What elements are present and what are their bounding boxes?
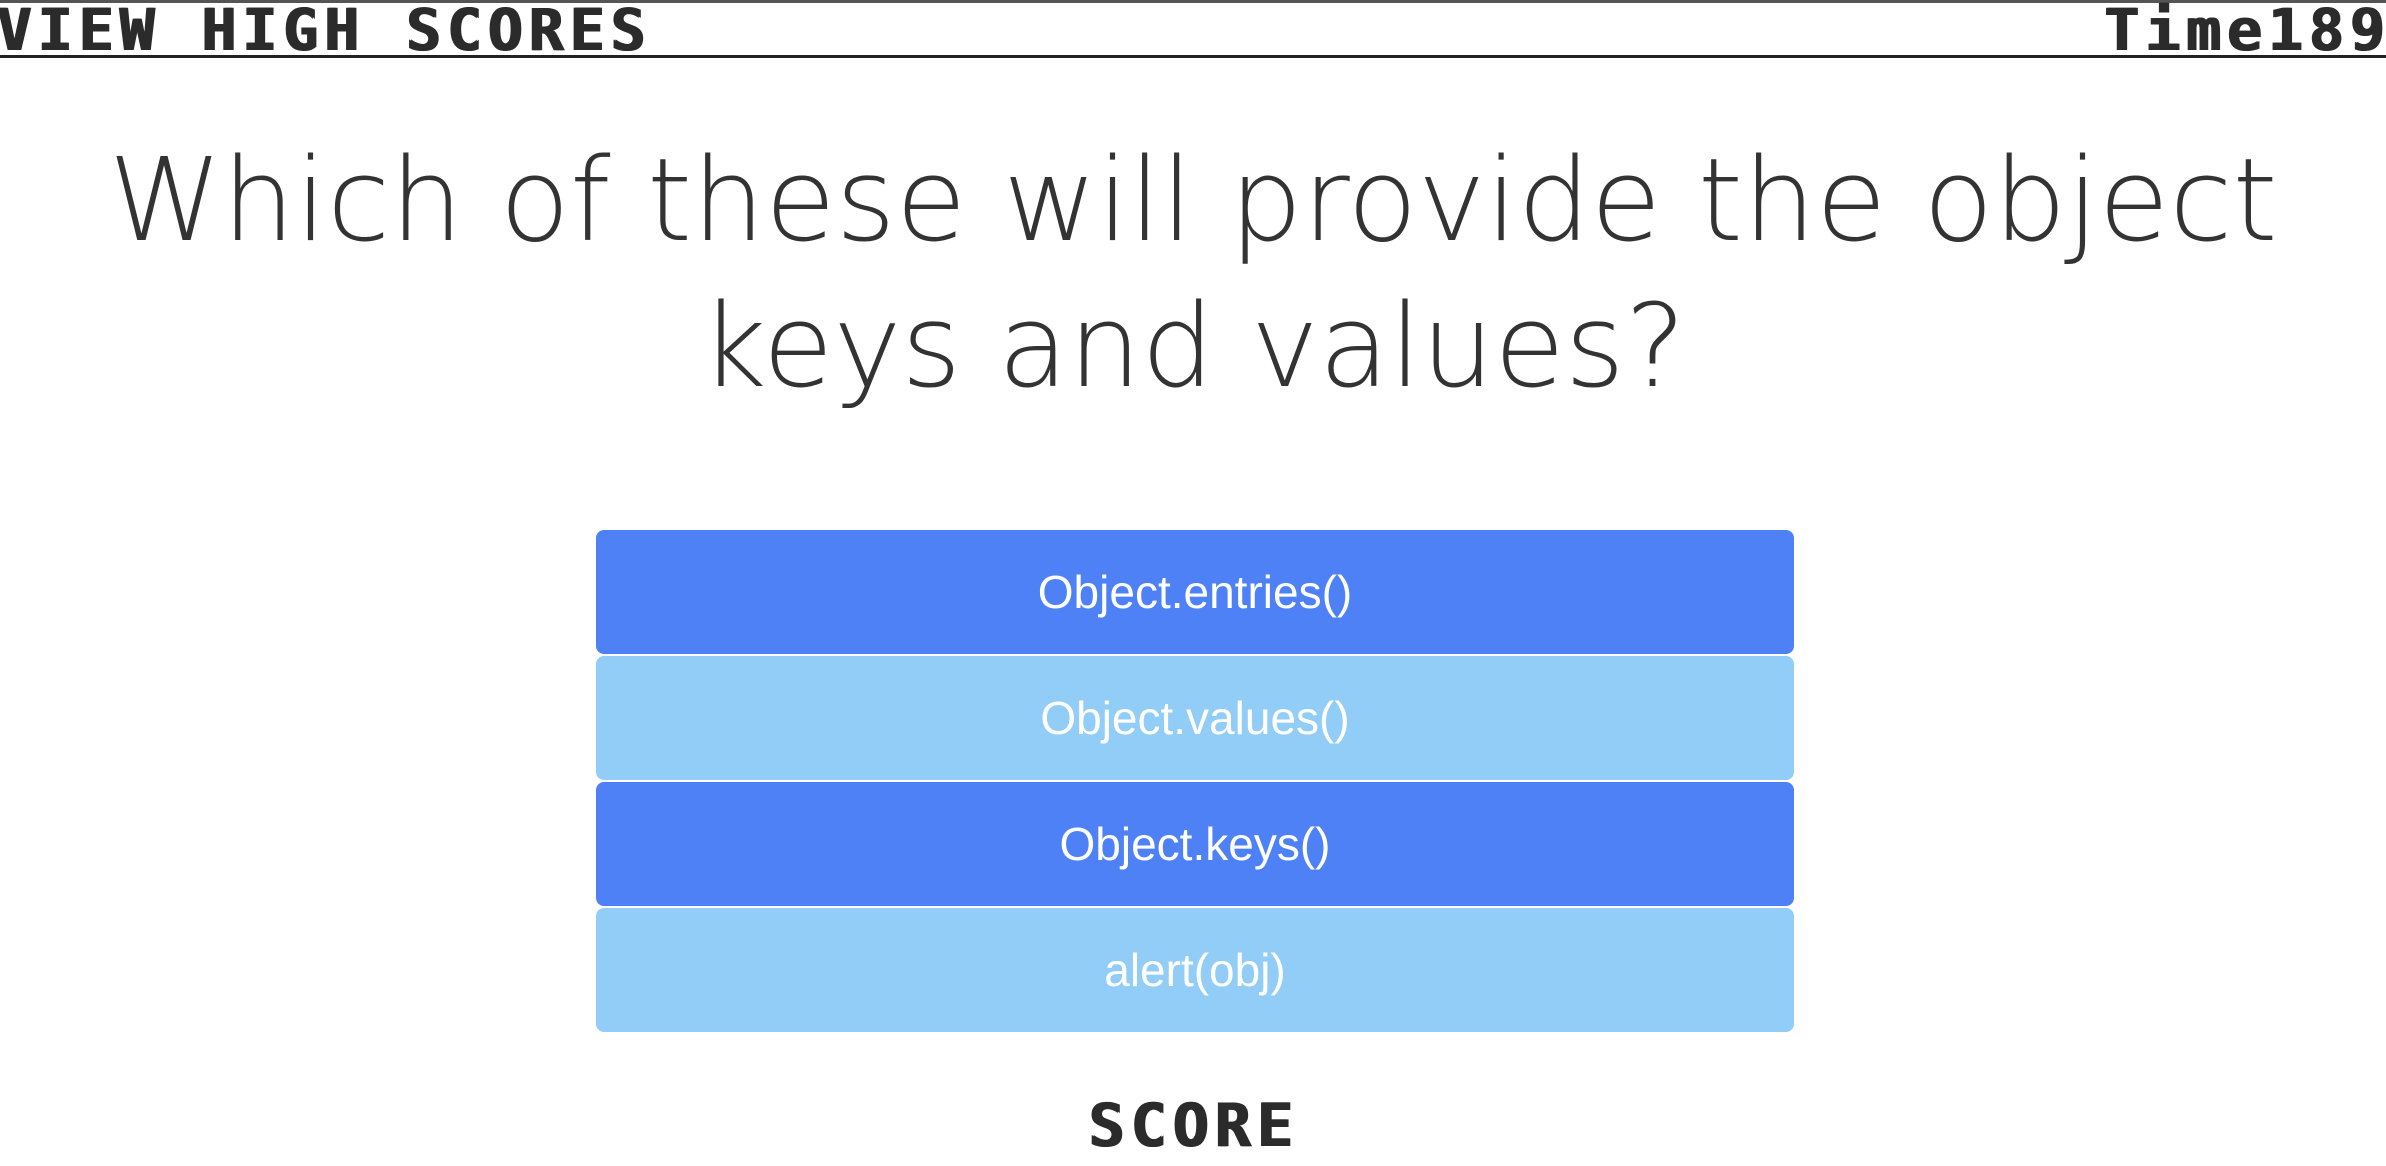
answer-button-4[interactable]: alert(obj) xyxy=(596,908,1794,1032)
answer-button-1[interactable]: Object.entries() xyxy=(596,530,1794,654)
timer: Time189 xyxy=(2104,1,2386,59)
score-label: SCORE xyxy=(1087,1091,1299,1161)
timer-label: Time xyxy=(2103,0,2268,64)
question-text: Which of these will provide the object k… xyxy=(108,134,2278,414)
answer-list: Object.entries() Object.values() Object.… xyxy=(596,530,1794,1034)
view-high-scores-link[interactable]: VIEW HIGH SCORES xyxy=(0,1,651,59)
answer-button-2[interactable]: Object.values() xyxy=(596,656,1794,780)
timer-value: 189 xyxy=(2267,0,2386,64)
answer-button-3[interactable]: Object.keys() xyxy=(596,782,1794,906)
top-bar: VIEW HIGH SCORES Time189 xyxy=(0,0,2386,59)
